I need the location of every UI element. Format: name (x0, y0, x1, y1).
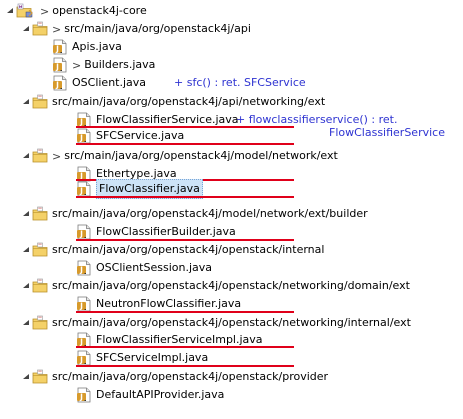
expand-toggle-icon[interactable] (20, 241, 32, 259)
file-node-osclientsession[interactable]: OSClientSession.java (76, 259, 212, 277)
java-file-icon (76, 350, 92, 366)
expand-toggle-icon[interactable] (20, 147, 32, 165)
source-folder-icon (32, 242, 48, 258)
file-label: OSClient.java (72, 76, 147, 89)
source-folder-icon (32, 206, 48, 222)
package-node-networking-domain-ext[interactable]: src/main/java/org/openstack4j/openstack/… (20, 277, 410, 295)
package-node-openstack-provider[interactable]: src/main/java/org/openstack4j/openstack/… (20, 368, 328, 386)
expand-toggle-icon[interactable] (4, 2, 16, 20)
package-node-model-network-ext[interactable]: > src/main/java/org/openstack4j/model/ne… (20, 147, 338, 165)
git-change-decoration: > (72, 58, 82, 72)
project-node[interactable]: > openstack4j-core (4, 2, 147, 20)
package-node-api[interactable]: > src/main/java/org/openstack4j/api (20, 20, 251, 38)
highlight-underline (76, 196, 294, 198)
package-label: src/main/java/org/openstack4j/api/networ… (52, 95, 326, 108)
package-label: src/main/java/org/openstack4j/openstack/… (52, 279, 410, 292)
package-node-api-networking-ext[interactable]: src/main/java/org/openstack4j/api/networ… (20, 93, 325, 111)
expand-toggle-icon[interactable] (20, 277, 32, 295)
java-file-icon (52, 39, 68, 55)
project-icon (16, 3, 36, 19)
java-file-icon (52, 57, 68, 73)
annotation-osclient: + sfc() : ret. SFCService (174, 76, 306, 89)
expand-toggle-icon[interactable] (20, 93, 32, 111)
git-change-decoration: > (52, 22, 62, 36)
annotation-flowclassifier-line2: FlowClassifierService (329, 126, 445, 139)
package-label: src/main/java/org/openstack4j/model/netw… (64, 149, 338, 162)
package-label: src/main/java/org/openstack4j/api (64, 22, 251, 35)
file-label: DefaultAPIProvider.java (96, 388, 225, 401)
java-file-icon (76, 260, 92, 276)
file-node-builders[interactable]: > Builders.java (52, 56, 155, 74)
package-label: src/main/java/org/openstack4j/openstack/… (52, 316, 411, 329)
git-change-decoration: > (52, 149, 62, 163)
source-folder-icon (32, 94, 48, 110)
package-label: src/main/java/org/openstack4j/model/netw… (52, 207, 368, 220)
java-file-icon (52, 75, 68, 91)
annotation-flowclassifier-line1: + flowclassifierservice() : ret. (236, 113, 398, 126)
project-label: openstack4j-core (52, 4, 147, 17)
package-label: src/main/java/org/openstack4j/openstack/… (52, 243, 325, 256)
java-file-icon (76, 387, 92, 403)
package-node-model-network-ext-builder[interactable]: src/main/java/org/openstack4j/model/netw… (20, 205, 368, 223)
source-folder-icon (32, 369, 48, 385)
java-file-icon (76, 224, 92, 240)
highlight-underline (76, 143, 294, 145)
source-folder-icon (32, 148, 48, 164)
source-folder-icon (32, 278, 48, 294)
expand-toggle-icon[interactable] (20, 368, 32, 386)
highlight-underline (76, 346, 294, 348)
file-label: Apis.java (72, 40, 122, 53)
source-folder-icon (32, 21, 48, 37)
git-change-decoration: > (40, 4, 50, 18)
source-folder-icon (32, 315, 48, 331)
highlight-underline (76, 365, 294, 367)
package-node-openstack-internal[interactable]: src/main/java/org/openstack4j/openstack/… (20, 241, 324, 259)
highlight-underline (76, 311, 294, 313)
file-label: Builders.java (84, 58, 156, 71)
expand-toggle-icon[interactable] (20, 314, 32, 332)
java-file-icon (76, 181, 92, 197)
java-file-icon (76, 128, 92, 144)
file-node-defaultapiprovider[interactable]: DefaultAPIProvider.java (76, 386, 224, 404)
package-node-networking-internal-ext[interactable]: src/main/java/org/openstack4j/openstack/… (20, 314, 411, 332)
file-label: OSClientSession.java (96, 261, 212, 274)
file-node-osclient[interactable]: OSClient.java (52, 74, 146, 92)
package-label: src/main/java/org/openstack4j/openstack/… (52, 370, 329, 383)
expand-toggle-icon[interactable] (20, 205, 32, 223)
java-file-icon (76, 296, 92, 312)
file-node-apis[interactable]: Apis.java (52, 38, 122, 56)
expand-toggle-icon[interactable] (20, 20, 32, 38)
